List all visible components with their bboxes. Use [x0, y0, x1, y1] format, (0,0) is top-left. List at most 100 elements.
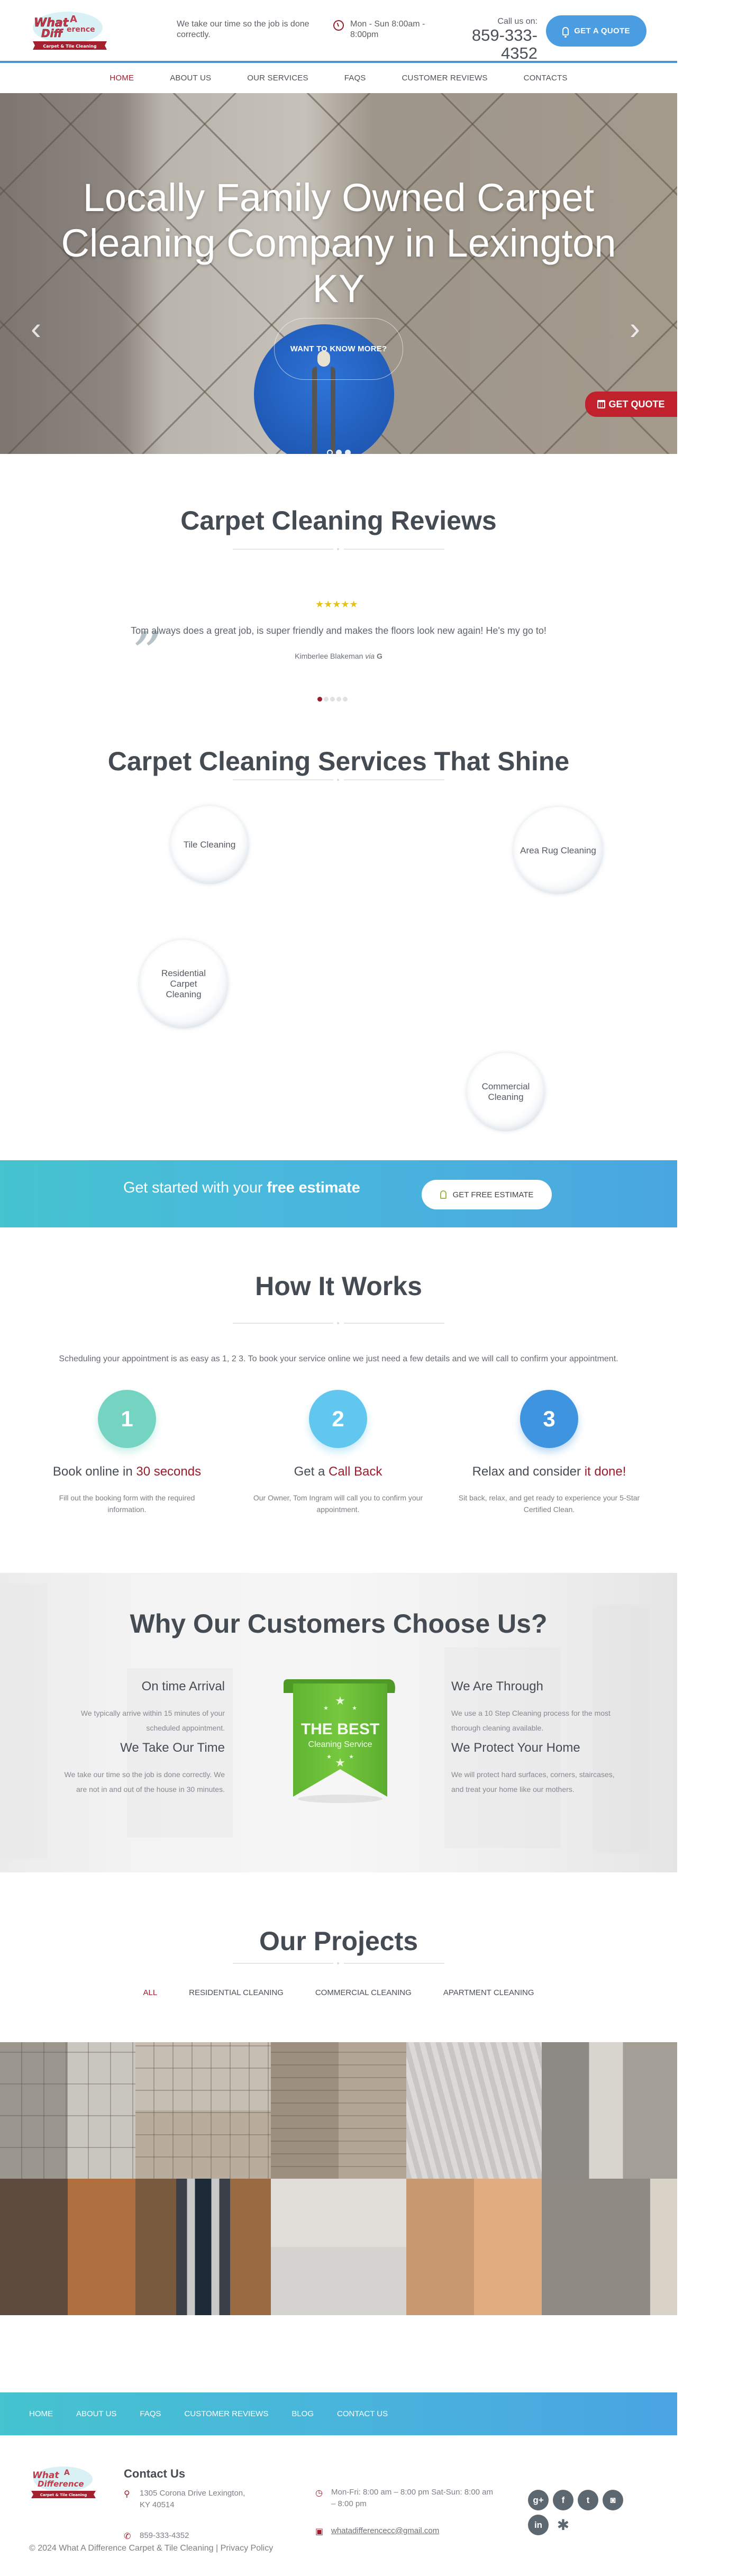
- site-logo[interactable]: What A Diff erence Carpet & Tile Cleanin…: [31, 11, 109, 53]
- hero-dot-1[interactable]: [327, 450, 333, 454]
- service-commercial-cleaning[interactable]: Commercial Cleaning: [467, 1053, 545, 1131]
- review-dot-5[interactable]: [343, 697, 348, 702]
- nav-contacts[interactable]: CONTACTS: [506, 74, 586, 83]
- step-2-circle: 2: [309, 1390, 367, 1448]
- service-area-rug-cleaning[interactable]: Area Rug Cleaning: [513, 807, 603, 894]
- get-free-estimate-label: GET FREE ESTIMATE: [452, 1190, 534, 1199]
- hero-pagination: [327, 450, 351, 454]
- hero-dot-3[interactable]: [345, 450, 351, 454]
- how-it-works-subtitle: Scheduling your appointment is as easy a…: [59, 1354, 618, 1363]
- get-quote-side-label: GET QUOTE: [608, 398, 665, 409]
- hero-prev-arrow[interactable]: ‹: [31, 313, 41, 344]
- footer-phone[interactable]: ✆ 859-333-4352: [124, 2530, 189, 2542]
- get-free-estimate-button[interactable]: GET FREE ESTIMATE: [422, 1180, 552, 1209]
- yelp-icon[interactable]: ✱: [553, 2515, 573, 2535]
- header-hours: Mon - Sun 8:00am - 8:00pm: [331, 19, 437, 40]
- svg-text:★: ★: [335, 1695, 345, 1708]
- linkedin-icon[interactable]: in: [528, 2515, 549, 2535]
- how-it-works-title: How It Works: [255, 1271, 422, 1301]
- footer-nav-customer-reviews[interactable]: CUSTOMER REVIEWS: [184, 2409, 268, 2418]
- why-choose-us-title: Why Our Customers Choose Us?: [130, 1609, 548, 1639]
- svg-text:★: ★: [326, 1753, 332, 1760]
- footer-nav-home[interactable]: HOME: [29, 2409, 53, 2418]
- footer-nav-blog[interactable]: BLOG: [291, 2409, 314, 2418]
- logo-ribbon-text: Carpet & Tile Cleaning: [43, 44, 96, 49]
- footer-logo[interactable]: What A Difference Carpet & Tile Cleaning: [30, 2465, 97, 2501]
- step-3-desc: Sit back, relax, and get ready to experi…: [458, 1494, 640, 1514]
- filter-apartment-cleaning[interactable]: APARTMENT CLEANING: [443, 1988, 534, 1997]
- reviews-title: Carpet Cleaning Reviews: [180, 506, 497, 535]
- svg-text:★: ★: [349, 1753, 354, 1760]
- review-dot-3[interactable]: [330, 697, 335, 702]
- google-icon: G: [376, 652, 382, 660]
- review-pagination: [317, 697, 348, 702]
- get-quote-side-tab[interactable]: GET QUOTE: [585, 392, 677, 417]
- why-on-time-arrival: On time Arrival We typically arrive with…: [80, 1679, 225, 1732]
- svg-text:A: A: [70, 14, 77, 25]
- instagram-icon[interactable]: ◙: [603, 2490, 623, 2510]
- want-to-know-more-button[interactable]: WANT TO KNOW MORE?: [274, 318, 403, 380]
- footer-email-link[interactable]: whatadifferencecc@gmail.com: [331, 2526, 439, 2535]
- why-take-our-time: We Take Our Time We take our time so the…: [64, 1741, 225, 1794]
- nav-about-us[interactable]: ABOUT US: [152, 74, 229, 83]
- review-via: via: [365, 652, 375, 660]
- project-tile[interactable]: [135, 2179, 271, 2315]
- svg-text:Difference: Difference: [38, 2479, 84, 2489]
- project-tile[interactable]: [542, 2179, 677, 2315]
- calendar-icon: [597, 400, 606, 408]
- cta-text-bold: free estimate: [267, 1179, 360, 1196]
- clock-icon: ◷: [315, 2489, 323, 2498]
- project-tile[interactable]: [406, 2042, 542, 2179]
- cta-text: Get started with your free estimate: [123, 1179, 360, 1197]
- hero-dot-2[interactable]: [336, 450, 342, 454]
- service-tile-cleaning[interactable]: Tile Cleaning: [170, 806, 249, 884]
- project-filters: ALL RESIDENTIAL CLEANING COMMERCIAL CLEA…: [0, 1988, 677, 1997]
- svg-text:★: ★: [335, 1756, 345, 1770]
- facebook-icon[interactable]: f: [553, 2490, 573, 2510]
- section-divider: [233, 547, 444, 551]
- filter-residential-cleaning[interactable]: RESIDENTIAL CLEANING: [189, 1988, 284, 1997]
- header-hours-text: Mon - Sun 8:00am - 8:00pm: [350, 20, 425, 39]
- hero-title: Locally Family Owned Carpet Cleaning Com…: [61, 176, 616, 311]
- step-2-title: Get a Call Back: [294, 1464, 382, 1479]
- review-dot-1[interactable]: [317, 697, 322, 702]
- nav-faqs[interactable]: FAQS: [326, 74, 384, 83]
- why-protect-home: We Protect Your Home We will protect har…: [451, 1741, 615, 1794]
- footer-nav-contact-us[interactable]: CONTACT US: [337, 2409, 388, 2418]
- header-call: Call us on: 859-333-4352: [439, 17, 538, 62]
- site-header: What A Diff erence Carpet & Tile Cleanin…: [0, 0, 677, 62]
- footer-nav-about-us[interactable]: ABOUT US: [76, 2409, 116, 2418]
- google-plus-icon[interactable]: g+: [528, 2490, 549, 2510]
- project-tile[interactable]: [271, 2042, 406, 2179]
- project-tile[interactable]: [406, 2179, 542, 2315]
- project-tile[interactable]: [135, 2042, 271, 2179]
- project-tile[interactable]: [0, 2042, 135, 2179]
- footer-address: ⚲ 1305 Corona Drive Lexington, KY 40514: [124, 2489, 245, 2509]
- filter-all[interactable]: ALL: [143, 1988, 157, 1997]
- bell-icon: [562, 26, 569, 38]
- get-a-quote-button[interactable]: GET A QUOTE: [546, 15, 646, 47]
- footer-nav: HOME ABOUT US FAQS CUSTOMER REVIEWS BLOG…: [0, 2392, 677, 2435]
- header-phone[interactable]: 859-333-4352: [439, 26, 538, 62]
- review-author-name: Kimberlee Blakeman: [295, 652, 363, 660]
- filter-commercial-cleaning[interactable]: COMMERCIAL CLEANING: [315, 1988, 412, 1997]
- hero-slider: Locally Family Owned Carpet Cleaning Com…: [0, 93, 677, 454]
- hero-next-arrow[interactable]: ›: [630, 313, 640, 344]
- free-estimate-banner: Get started with your free estimate GET …: [0, 1160, 677, 1227]
- nav-our-services[interactable]: OUR SERVICES: [229, 74, 326, 83]
- step-1-circle: 1: [98, 1390, 156, 1448]
- project-tile[interactable]: [0, 2179, 135, 2315]
- call-label: Call us on:: [497, 17, 538, 26]
- review-dot-2[interactable]: [324, 697, 329, 702]
- footer-nav-faqs[interactable]: FAQS: [140, 2409, 161, 2418]
- review-dot-4[interactable]: [336, 697, 341, 702]
- twitter-icon[interactable]: t: [578, 2490, 598, 2510]
- project-tile[interactable]: [542, 2042, 677, 2179]
- nav-customer-reviews[interactable]: CUSTOMER REVIEWS: [384, 74, 506, 83]
- step-3-title: Relax and consider it done!: [472, 1464, 626, 1479]
- nav-home[interactable]: HOME: [92, 74, 152, 83]
- svg-text:Carpet & Tile Cleaning: Carpet & Tile Cleaning: [40, 2493, 87, 2497]
- service-residential-carpet-cleaning[interactable]: Residential Carpet Cleaning: [139, 940, 228, 1028]
- project-tile[interactable]: [271, 2179, 406, 2315]
- map-pin-icon: ⚲: [124, 2490, 130, 2499]
